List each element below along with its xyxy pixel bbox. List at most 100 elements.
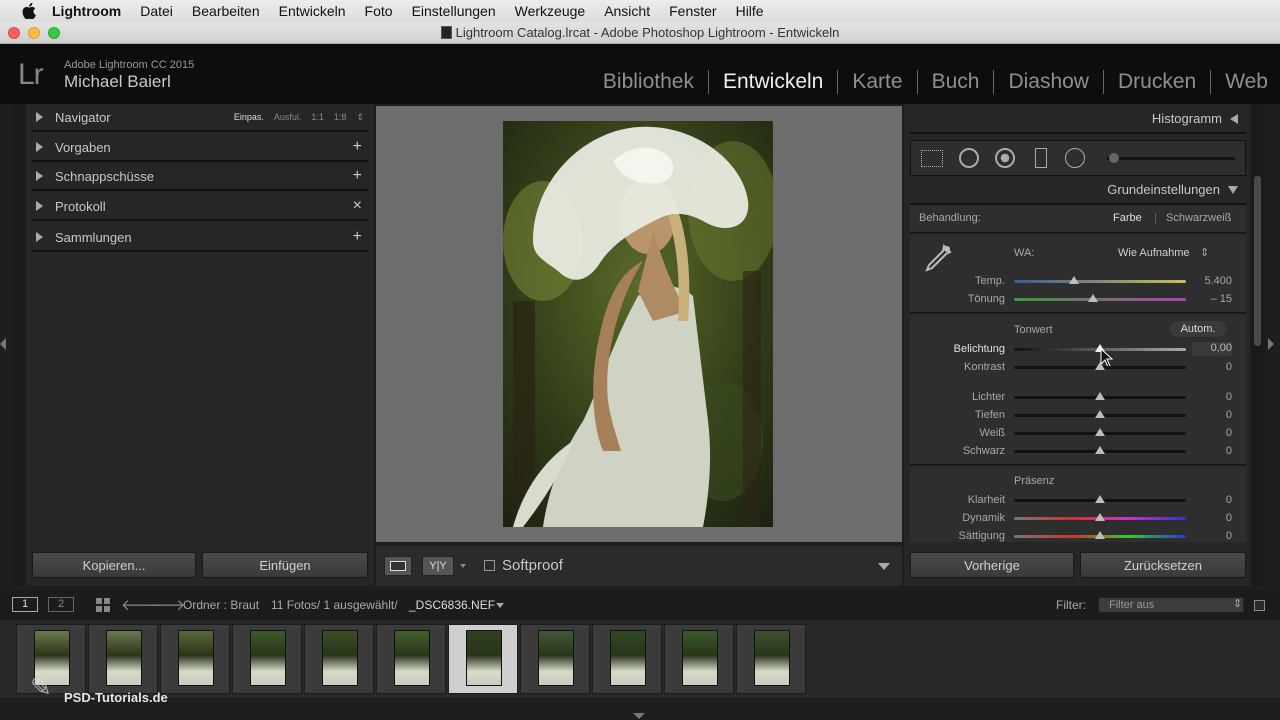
reset-button[interactable]: Zurücksetzen <box>1080 552 1246 578</box>
add-snapshot-icon[interactable]: + <box>353 167 362 185</box>
highlights-slider-thumb[interactable] <box>1095 392 1105 400</box>
treatment-bw-option[interactable]: Schwarzweiß <box>1166 212 1231 224</box>
secondary-window-button[interactable]: 2 <box>48 597 74 612</box>
zoom-fit[interactable]: Einpas. <box>234 112 264 123</box>
wb-select[interactable]: Wie Aufnahme <box>1118 247 1190 259</box>
right-panel-scrollbar[interactable] <box>1254 176 1261 346</box>
menu-bearbeiten[interactable]: Bearbeiten <box>192 3 260 19</box>
shadows-value[interactable]: 0 <box>1192 409 1232 421</box>
saturation-value[interactable]: 0 <box>1192 530 1232 542</box>
filmstrip-thumbnail[interactable] <box>160 624 230 694</box>
menu-fenster[interactable]: Fenster <box>669 3 716 19</box>
menu-ansicht[interactable]: Ansicht <box>604 3 650 19</box>
module-karte[interactable]: Karte <box>838 70 918 94</box>
graduated-filter-icon[interactable] <box>1035 148 1047 168</box>
vibrance-value[interactable]: 0 <box>1192 512 1232 524</box>
loupe-view-icon[interactable] <box>384 556 412 576</box>
menu-foto[interactable]: Foto <box>365 3 393 19</box>
section-sammlungen[interactable]: Sammlungen + <box>32 224 368 252</box>
highlights-value[interactable]: 0 <box>1192 391 1232 403</box>
module-bibliothek[interactable]: Bibliothek <box>589 70 709 94</box>
module-entwickeln[interactable]: Entwickeln <box>709 70 839 94</box>
clarity-slider-thumb[interactable] <box>1095 495 1105 503</box>
zoom-1-1[interactable]: 1:1 <box>311 112 324 123</box>
paste-settings-button[interactable]: Einfügen <box>202 552 368 578</box>
menu-hilfe[interactable]: Hilfe <box>736 3 764 19</box>
basic-header[interactable]: Grundeinstellungen <box>1107 182 1238 197</box>
add-preset-icon[interactable]: + <box>353 138 362 156</box>
softproof-checkbox[interactable] <box>484 560 495 571</box>
left-panel-rail[interactable] <box>12 104 24 586</box>
module-buch[interactable]: Buch <box>918 70 995 94</box>
filmstrip-thumbnail[interactable] <box>88 624 158 694</box>
saturation-slider-thumb[interactable] <box>1095 531 1105 539</box>
collapse-left-panel-icon[interactable] <box>0 338 6 350</box>
brush-slider[interactable] <box>1107 157 1235 160</box>
zoom-window-button[interactable] <box>48 27 60 39</box>
filmstrip-thumbnail[interactable] <box>664 624 734 694</box>
radial-filter-icon[interactable] <box>1065 148 1085 168</box>
source-label[interactable]: Ordner : Braut <box>183 598 259 612</box>
clarity-value[interactable]: 0 <box>1192 494 1232 506</box>
auto-tone-button[interactable]: Autom. <box>1170 321 1226 337</box>
crop-tool-icon[interactable] <box>921 150 943 167</box>
module-diashow[interactable]: Diashow <box>994 70 1104 94</box>
apple-icon[interactable] <box>20 3 38 19</box>
filter-select-arrows-icon[interactable]: ⇕ <box>1233 597 1242 610</box>
collapse-filmstrip-icon[interactable] <box>633 713 645 719</box>
filmstrip-thumbnail[interactable] <box>592 624 662 694</box>
filmstrip-thumbnail[interactable] <box>448 624 518 694</box>
main-photo[interactable] <box>503 121 773 527</box>
whites-value[interactable]: 0 <box>1192 427 1232 439</box>
zoom-stepper-icon[interactable]: ⇕ <box>356 112 364 123</box>
filmstrip-thumbnail[interactable] <box>736 624 806 694</box>
grid-view-icon[interactable] <box>96 598 110 612</box>
menu-einstellungen[interactable]: Einstellungen <box>412 3 496 19</box>
section-schnappschuesse[interactable]: Schnappschüsse + <box>32 163 368 191</box>
treatment-color-option[interactable]: Farbe <box>1113 212 1142 224</box>
module-drucken[interactable]: Drucken <box>1104 70 1212 94</box>
contrast-slider-thumb[interactable] <box>1095 362 1105 370</box>
navigator-header[interactable]: Navigator Einpas. Ausful. 1:1 1:8 ⇕ <box>32 104 368 132</box>
white-balance-eyedropper-icon[interactable] <box>920 240 954 274</box>
section-vorgaben[interactable]: Vorgaben + <box>32 134 368 162</box>
toolbar-menu-icon[interactable] <box>878 563 890 570</box>
zoom-1-8[interactable]: 1:8 <box>334 112 347 123</box>
module-web[interactable]: Web <box>1211 70 1268 94</box>
minimize-window-button[interactable] <box>28 27 40 39</box>
blacks-value[interactable]: 0 <box>1192 445 1232 457</box>
exposure-value[interactable]: 0,00 <box>1192 342 1232 356</box>
compare-dropdown-icon[interactable] <box>460 564 466 568</box>
forward-arrow-icon[interactable]: 🡒 <box>145 595 185 614</box>
menu-lightroom[interactable]: Lightroom <box>52 3 121 19</box>
close-window-button[interactable] <box>8 27 20 39</box>
section-protokoll[interactable]: Protokoll × <box>32 193 368 221</box>
tint-slider[interactable] <box>1014 298 1186 301</box>
filmstrip-thumbnail[interactable] <box>232 624 302 694</box>
previous-button[interactable]: Vorherige <box>910 552 1074 578</box>
menu-entwickeln[interactable]: Entwickeln <box>279 3 346 19</box>
add-collection-icon[interactable]: + <box>353 228 362 246</box>
menu-werkzeuge[interactable]: Werkzeuge <box>515 3 586 19</box>
temp-slider[interactable] <box>1014 280 1186 283</box>
clear-history-icon[interactable]: × <box>353 197 362 215</box>
filmstrip-thumbnail[interactable] <box>304 624 374 694</box>
tint-slider-thumb[interactable] <box>1088 294 1099 302</box>
copy-settings-button[interactable]: Kopieren... <box>32 552 196 578</box>
brush-slider-knob[interactable] <box>1109 153 1119 163</box>
whites-slider-thumb[interactable] <box>1095 428 1105 436</box>
primary-window-button[interactable]: 1 <box>12 597 38 612</box>
vibrance-slider-thumb[interactable] <box>1095 513 1105 521</box>
filmstrip-thumbnail[interactable] <box>376 624 446 694</box>
collapse-right-panel-icon[interactable] <box>1268 338 1274 350</box>
wb-select-arrows-icon[interactable]: ⇕ <box>1200 246 1209 259</box>
temp-slider-thumb[interactable] <box>1069 276 1080 284</box>
shadows-slider-thumb[interactable] <box>1095 410 1105 418</box>
red-eye-icon[interactable] <box>995 148 1015 168</box>
menu-datei[interactable]: Datei <box>140 3 173 19</box>
filter-select[interactable]: Filter aus <box>1098 597 1244 613</box>
filmstrip-thumbnail[interactable] <box>520 624 590 694</box>
tint-value[interactable]: – 15 <box>1192 293 1232 305</box>
spot-removal-icon[interactable] <box>959 148 979 168</box>
zoom-fill[interactable]: Ausful. <box>274 112 302 123</box>
